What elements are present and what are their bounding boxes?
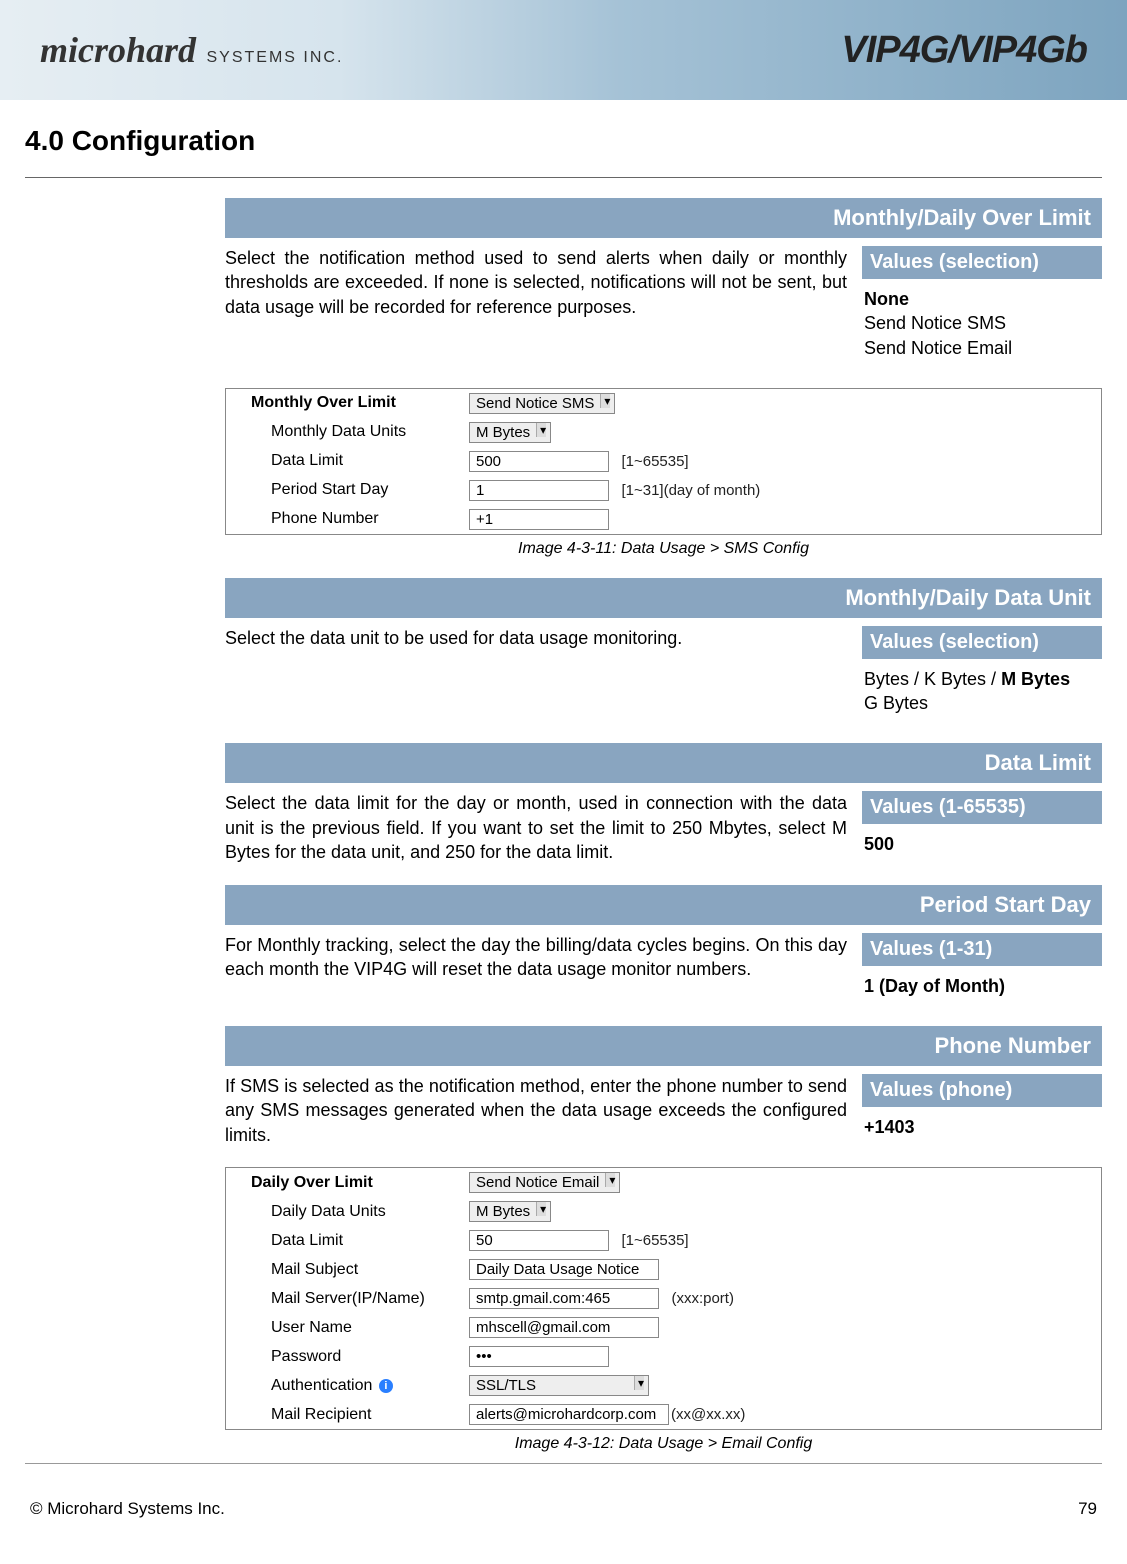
desc-data-limit: Select the data limit for the day or mon…	[225, 791, 862, 864]
label-daily-data-units: Daily Data Units	[226, 1197, 461, 1226]
desc-phone: If SMS is selected as the notification m…	[225, 1074, 862, 1147]
values-body: None Send Notice SMS Send Notice Email	[862, 279, 1102, 368]
values-body: 500	[862, 824, 1102, 864]
select-daily-data-units[interactable]: M Bytes	[469, 1201, 551, 1222]
values-phone: Values (phone) +1403	[862, 1074, 1102, 1147]
values-body: Bytes / K Bytes / M Bytes G Bytes	[862, 659, 1102, 724]
label-mail-subject: Mail Subject	[226, 1255, 461, 1284]
values-body: 1 (Day of Month)	[862, 966, 1102, 1006]
label-user-name: User Name	[226, 1313, 461, 1342]
footer-rule	[25, 1463, 1102, 1464]
param-title-over-limit: Monthly/Daily Over Limit	[225, 198, 1102, 238]
value-period-start: 1 (Day of Month)	[864, 976, 1005, 996]
values-period-start: Values (1-31) 1 (Day of Month)	[862, 933, 1102, 1006]
desc-data-unit: Select the data unit to be used for data…	[225, 626, 862, 650]
label-email-data-limit: Data Limit	[226, 1226, 461, 1255]
brand-microhard: microhard	[40, 30, 196, 70]
input-email-data-limit[interactable]: 50	[469, 1230, 609, 1251]
param-title-period-start: Period Start Day	[225, 885, 1102, 925]
input-mail-subject[interactable]: Daily Data Usage Notice	[469, 1259, 659, 1280]
opt-sms: Send Notice SMS	[864, 313, 1006, 333]
hint-period-start: [1~31](day of month)	[621, 482, 760, 499]
value-data-limit: 500	[864, 834, 894, 854]
select-auth[interactable]: SSL/TLS	[469, 1375, 649, 1396]
label-period-start: Period Start Day	[226, 476, 461, 505]
brand-systems: SYSTEMS INC.	[200, 49, 343, 66]
select-monthly-over-limit[interactable]: Send Notice SMS	[469, 393, 615, 414]
input-mail-server[interactable]: smtp.gmail.com:465	[469, 1288, 659, 1309]
hint-data-limit: [1~65535]	[621, 453, 688, 470]
label-recipient: Mail Recipient	[226, 1400, 461, 1429]
label-mail-server: Mail Server(IP/Name)	[226, 1284, 461, 1313]
value-phone: +1403	[864, 1117, 915, 1137]
input-password[interactable]: •••	[469, 1346, 609, 1367]
page-header: microhard SYSTEMS INC. VIP4G/VIP4Gb	[0, 0, 1127, 100]
label-monthly-data-units: Monthly Data Units	[226, 418, 461, 447]
label-auth: Authentication i	[226, 1371, 461, 1400]
opt-bytes: Bytes / K Bytes /	[864, 669, 1001, 689]
select-monthly-data-units[interactable]: M Bytes	[469, 422, 551, 443]
values-header: Values (selection)	[862, 626, 1102, 659]
values-header: Values (1-65535)	[862, 791, 1102, 824]
values-data-limit: Values (1-65535) 500	[862, 791, 1102, 864]
page-footer: © Microhard Systems Inc. 79	[0, 1484, 1127, 1544]
info-icon[interactable]: i	[379, 1379, 393, 1393]
opt-gbytes: G Bytes	[864, 693, 928, 713]
values-over-limit: Values (selection) None Send Notice SMS …	[862, 246, 1102, 368]
label-daily-over-limit: Daily Over Limit	[226, 1168, 461, 1197]
param-title-phone: Phone Number	[225, 1026, 1102, 1066]
values-header: Values (1-31)	[862, 933, 1102, 966]
opt-email: Send Notice Email	[864, 338, 1012, 358]
input-user-name[interactable]: mhscell@gmail.com	[469, 1317, 659, 1338]
input-recipient[interactable]: alerts@microhardcorp.com	[469, 1404, 669, 1425]
figure-email: Daily Over Limit Send Notice Email Daily…	[225, 1167, 1102, 1430]
label-monthly-over-limit: Monthly Over Limit	[226, 389, 461, 418]
values-body: +1403	[862, 1107, 1102, 1147]
desc-over-limit: Select the notification method used to s…	[225, 246, 862, 319]
section-title: 4.0 Configuration	[0, 100, 1127, 172]
values-data-unit: Values (selection) Bytes / K Bytes / M B…	[862, 626, 1102, 724]
caption-email: Image 4-3-12: Data Usage > Email Config	[225, 1435, 1102, 1453]
figure-sms: Monthly Over Limit Send Notice SMS Month…	[225, 388, 1102, 535]
input-data-limit[interactable]: 500	[469, 451, 609, 472]
hint-email-data-limit: [1~65535]	[621, 1232, 688, 1249]
opt-mbytes: M Bytes	[1001, 669, 1070, 689]
param-title-data-unit: Monthly/Daily Data Unit	[225, 578, 1102, 618]
auth-text: Authentication	[271, 1377, 372, 1394]
param-title-data-limit: Data Limit	[225, 743, 1102, 783]
brand-left: microhard SYSTEMS INC.	[40, 29, 343, 71]
opt-none: None	[864, 289, 909, 309]
select-daily-over-limit[interactable]: Send Notice Email	[469, 1172, 620, 1193]
hint-recipient: (xx@xx.xx)	[671, 1406, 745, 1423]
desc-period-start: For Monthly tracking, select the day the…	[225, 933, 862, 982]
values-header: Values (selection)	[862, 246, 1102, 279]
input-phone[interactable]: +1	[469, 509, 609, 530]
values-header: Values (phone)	[862, 1074, 1102, 1107]
footer-copyright: © Microhard Systems Inc.	[30, 1499, 225, 1519]
input-period-start[interactable]: 1	[469, 480, 609, 501]
footer-page-number: 79	[1078, 1499, 1097, 1519]
rule	[25, 177, 1102, 178]
label-password: Password	[226, 1342, 461, 1371]
label-phone: Phone Number	[226, 505, 461, 534]
label-data-limit: Data Limit	[226, 447, 461, 476]
hint-mail-server: (xxx:port)	[671, 1290, 734, 1307]
caption-sms: Image 4-3-11: Data Usage > SMS Config	[225, 540, 1102, 558]
brand-right: VIP4G/VIP4Gb	[841, 29, 1087, 72]
